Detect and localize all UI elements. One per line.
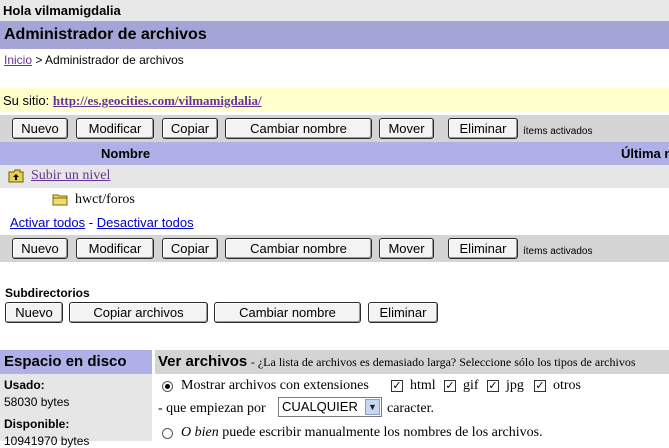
show-extensions-label: Mostrar archivos con extensiones <box>181 378 369 393</box>
up-folder-icon <box>8 169 24 183</box>
new-button[interactable]: Nuevo <box>12 118 68 139</box>
disk-space-panel: Usado: 58030 bytes Disponible: 10941970 … <box>0 374 152 448</box>
site-label: Su sitio: <box>3 93 50 108</box>
ext-html-checkbox[interactable]: ✓ <box>391 380 403 392</box>
up-level-link[interactable]: Subir un nivel <box>31 168 110 184</box>
file-table-header: Nombre Última m <box>0 142 669 165</box>
subdirectories-label: Subdirectorios <box>5 286 90 300</box>
ext-other-checkbox[interactable]: ✓ <box>534 380 546 392</box>
selection-links: Activar todos - Desactivar todos <box>10 215 194 230</box>
site-url-link[interactable]: http://es.geocities.com/vilmamigdalia/ <box>53 93 262 108</box>
ext-html-label: html <box>410 378 436 393</box>
subdir-rename-button[interactable]: Cambiar nombre <box>214 302 361 323</box>
breadcrumb-current: Administrador de archivos <box>45 53 184 67</box>
copy-button[interactable]: Copiar <box>162 238 218 259</box>
folder-name[interactable]: hwct/foros <box>75 192 135 208</box>
breadcrumb: Inicio > Administrador de archivos <box>4 53 184 67</box>
rename-button[interactable]: Cambiar nombre <box>225 238 372 259</box>
move-button[interactable]: Mover <box>379 238 434 259</box>
page-title: Administrador de archivos <box>0 21 669 49</box>
folder-icon <box>52 193 68 206</box>
used-label: Usado: <box>4 378 45 392</box>
table-row: hwct/foros <box>0 188 669 211</box>
ext-jpg-label: jpg <box>506 378 524 393</box>
manual-names-radio[interactable] <box>162 428 173 439</box>
site-bar: Su sitio: http://es.geocities.com/vilmam… <box>0 88 669 112</box>
manual-names-italic: O bien <box>181 425 219 440</box>
activate-all-link[interactable]: Activar todos <box>10 215 85 230</box>
manual-names-label: O bien puede escribir manualmente los no… <box>181 425 543 441</box>
delete-button[interactable]: Eliminar <box>448 238 518 259</box>
delete-button[interactable]: Eliminar <box>448 118 518 139</box>
greeting-bar: Hola vilmamigdalia <box>0 0 669 21</box>
disk-space-title: Espacio en disco <box>0 350 152 374</box>
breadcrumb-separator: > <box>35 53 43 67</box>
rename-button[interactable]: Cambiar nombre <box>225 118 372 139</box>
show-extensions-radio[interactable] <box>162 381 173 392</box>
selection-separator: - <box>88 215 94 230</box>
chevron-down-icon[interactable]: ▼ <box>365 399 380 415</box>
view-files-title: Ver archivos <box>158 353 248 370</box>
items-active-label: ítems activados <box>523 126 593 137</box>
file-toolbar-top: Nuevo Modificar Copiar Cambiar nombre Mo… <box>0 115 669 142</box>
ext-gif-checkbox[interactable]: ✓ <box>444 380 456 392</box>
new-button[interactable]: Nuevo <box>12 238 68 259</box>
modify-button[interactable]: Modificar <box>76 118 154 139</box>
subdir-delete-button[interactable]: Eliminar <box>368 302 438 323</box>
column-modified-header: Última m <box>621 146 669 161</box>
move-button[interactable]: Mover <box>379 118 434 139</box>
starting-char-value: CUALQUIER <box>282 399 358 414</box>
ext-gif-label: gif <box>463 378 479 393</box>
manual-names-rest: puede escribir manualmente los nombres d… <box>222 425 543 440</box>
greeting-text: Hola vilmamigdalia <box>3 3 121 18</box>
ext-jpg-checkbox[interactable]: ✓ <box>487 380 499 392</box>
breadcrumb-home-link[interactable]: Inicio <box>4 53 32 67</box>
used-value: 58030 bytes <box>4 395 70 409</box>
deactivate-all-link[interactable]: Desactivar todos <box>97 215 194 230</box>
modify-button[interactable]: Modificar <box>76 238 154 259</box>
starting-with-suffix: caracter. <box>387 401 435 416</box>
starting-with-prefix: - que empiezan por <box>158 401 266 416</box>
items-active-label: ítems activados <box>523 246 593 257</box>
subdir-new-button[interactable]: Nuevo <box>5 302 63 323</box>
up-level-row: Subir un nivel <box>0 165 669 188</box>
starting-char-select[interactable]: CUALQUIER ▼ <box>278 397 382 417</box>
column-name-header: Nombre <box>101 146 151 161</box>
available-value: 10941970 bytes <box>4 434 90 448</box>
copy-files-button[interactable]: Copiar archivos <box>69 302 208 323</box>
ext-other-label: otros <box>553 378 581 393</box>
file-toolbar-bottom: Nuevo Modificar Copiar Cambiar nombre Mo… <box>0 235 669 262</box>
copy-button[interactable]: Copiar <box>162 118 218 139</box>
view-files-subtitle: - ¿La lista de archivos es demasiado lar… <box>250 355 636 369</box>
available-label: Disponible: <box>4 417 70 431</box>
view-files-header: Ver archivos - ¿La lista de archivos es … <box>155 350 669 374</box>
